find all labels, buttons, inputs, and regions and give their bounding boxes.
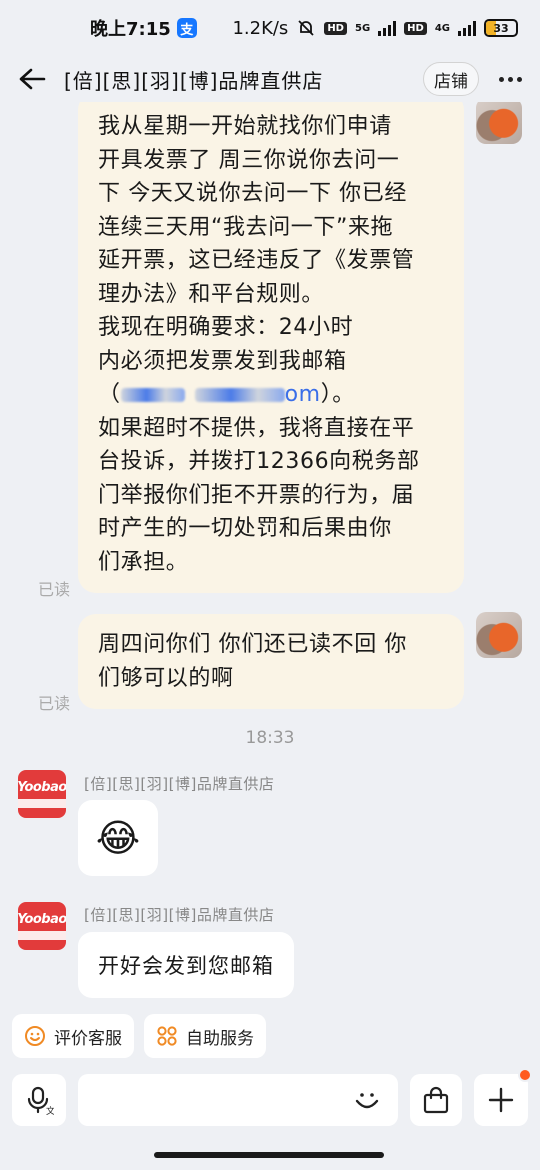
read-status: 已读 bbox=[38, 580, 71, 599]
back-arrow-icon[interactable] bbox=[18, 62, 52, 96]
rate-service-label: 评价客服 bbox=[54, 1028, 122, 1049]
status-bar: 晚上7:15 支 1.2K/s HD 5G HD 4G 33 bbox=[0, 0, 540, 56]
chat-title: [倍][思][羽][博]品牌直供店 bbox=[64, 68, 324, 93]
chat-header: [倍][思][羽][博]品牌直供店 店铺 bbox=[0, 56, 540, 102]
incoming-message-emoji[interactable]: 😂 bbox=[78, 800, 158, 876]
shop-avatar[interactable]: Yoobao bbox=[18, 902, 66, 950]
self-service-label: 自助服务 bbox=[186, 1028, 254, 1049]
hd-badge-2: HD bbox=[404, 21, 427, 35]
network-speed: 1.2K/s bbox=[232, 17, 289, 39]
chat-scroll-area[interactable]: 我从星期一开始就找你们申请 开具发票了 周三你说你去问一 下 今天又说你去问一下… bbox=[0, 102, 540, 1012]
redacted-email-2 bbox=[194, 388, 285, 402]
battery-icon: 33 bbox=[484, 19, 518, 37]
message-text: 我从星期一开始就找你们申请 开具发票了 周三你说你去问一 下 今天又说你去问一下… bbox=[98, 114, 415, 407]
outgoing-message-1[interactable]: 我从星期一开始就找你们申请 开具发票了 周三你说你去问一 下 今天又说你去问一下… bbox=[78, 102, 464, 593]
grid-icon bbox=[157, 1026, 177, 1046]
shop-logo-text: Yoobao bbox=[18, 780, 66, 795]
more-dots-icon[interactable] bbox=[499, 76, 522, 82]
home-indicator[interactable] bbox=[154, 1152, 384, 1158]
my-avatar[interactable] bbox=[476, 612, 522, 658]
redacted-email bbox=[120, 388, 185, 402]
hd-badge-1: HD bbox=[324, 21, 347, 35]
shop-logo-text: Yoobao bbox=[18, 912, 66, 927]
plus-icon[interactable] bbox=[474, 1068, 532, 1126]
mute-icon bbox=[298, 20, 314, 36]
signal-bars-1-icon bbox=[378, 20, 397, 36]
read-status: 已读 bbox=[38, 694, 71, 713]
my-avatar[interactable] bbox=[476, 102, 522, 144]
network-type-1: 5G bbox=[354, 22, 371, 34]
email-link[interactable]: om bbox=[285, 382, 321, 407]
rate-service-button[interactable]: 评价客服 bbox=[12, 1014, 134, 1058]
message-text-cont: ）。 如果超时不提供，我将直接在平 台投诉，并拨打12366向税务部 门举报你们… bbox=[98, 382, 420, 575]
incoming-message-2[interactable]: 开好会发到您邮箱 bbox=[78, 932, 294, 998]
status-time: 晚上7:15 bbox=[90, 19, 171, 40]
smile-icon bbox=[25, 1026, 45, 1046]
voice-icon[interactable]: 文 bbox=[12, 1074, 66, 1126]
shopping-bag-icon[interactable] bbox=[410, 1074, 462, 1126]
notification-dot bbox=[518, 1068, 532, 1082]
network-type-2: 4G bbox=[434, 22, 450, 34]
shop-avatar[interactable]: Yoobao bbox=[18, 770, 66, 818]
shop-name: [倍][思][羽][博]品牌直供店 bbox=[84, 775, 275, 793]
emoji-icon[interactable] bbox=[352, 1085, 382, 1115]
tears-of-joy-emoji: 😂 bbox=[95, 816, 141, 860]
input-bar: 文 bbox=[0, 1068, 540, 1132]
message-text: 开好会发到您邮箱 bbox=[98, 954, 274, 978]
time-divider: 18:33 bbox=[245, 728, 295, 748]
self-service-button[interactable]: 自助服务 bbox=[144, 1014, 266, 1058]
alipay-icon: 支 bbox=[176, 18, 197, 38]
battery-level: 33 bbox=[493, 21, 509, 35]
svg-text:文: 文 bbox=[46, 1105, 54, 1115]
message-text: 周四问你们 你们还已读不回 你 们够可以的啊 bbox=[98, 632, 407, 691]
message-input[interactable] bbox=[78, 1074, 398, 1126]
outgoing-message-2[interactable]: 周四问你们 你们还已读不回 你 们够可以的啊 bbox=[78, 614, 464, 709]
shop-name: [倍][思][羽][博]品牌直供店 bbox=[84, 906, 275, 924]
signal-bars-2-icon bbox=[458, 20, 476, 36]
store-button[interactable]: 店铺 bbox=[423, 62, 479, 96]
